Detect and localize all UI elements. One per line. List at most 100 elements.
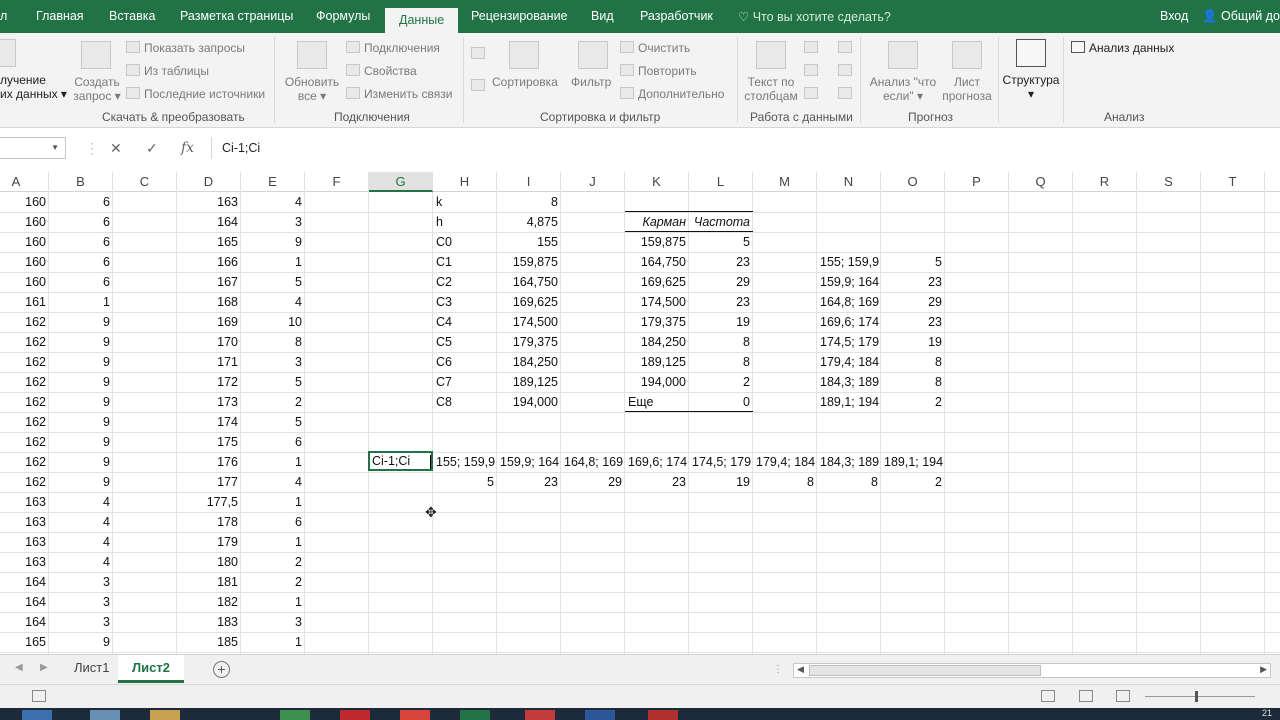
sort-az-icon[interactable] [471,47,485,59]
cell-a[interactable]: 160 [0,192,49,212]
cell-b[interactable]: 3 [49,592,113,612]
interval-label-cell[interactable]: 179,4; 184 [817,352,881,372]
horizontal-scrollbar[interactable]: ◀ ▶ [793,663,1271,678]
from-table-button[interactable]: Из таблицы [144,64,209,78]
page-break-view-icon[interactable] [1116,690,1130,702]
param-name-cell[interactable]: C5 [433,332,497,352]
cell-e[interactable]: 10 [241,312,305,332]
manage-data-model-icon[interactable] [838,87,852,99]
freq-count-cell[interactable]: 8 [689,352,753,372]
tell-me-search[interactable]: ♡ Что вы хотите сделать? [738,9,891,24]
param-name-cell[interactable]: k [433,192,497,212]
cell-d[interactable]: 185 [177,632,241,652]
transposed-freq-cell[interactable]: 2 [881,472,945,492]
tab-split-handle-icon[interactable]: ⋮ [773,664,783,675]
interval-freq-cell[interactable]: 5 [881,252,945,272]
add-sheet-icon[interactable]: + [213,661,230,678]
sort-button[interactable]: Сортировка [492,75,558,89]
data-validation-icon[interactable] [804,87,818,99]
cell-a[interactable]: 162 [0,352,49,372]
column-header-o[interactable]: O [881,172,945,192]
interval-freq-cell[interactable]: 19 [881,332,945,352]
transposed-interval-cell[interactable]: 174,5; 179 [689,452,753,472]
scroll-sheets-right-icon[interactable]: ▶ [40,662,48,673]
cell-d[interactable]: 164 [177,212,241,232]
param-value-cell[interactable]: 155 [497,232,561,252]
cell-b[interactable]: 9 [49,352,113,372]
param-name-cell[interactable]: C7 [433,372,497,392]
cell-d[interactable]: 178 [177,512,241,532]
cell-a[interactable]: 160 [0,212,49,232]
cell-a[interactable]: 160 [0,232,49,252]
active-cell-editor[interactable]: Ci-1;Ci [368,451,433,471]
text-to-columns-button[interactable]: Текст по столбцам [742,75,800,103]
data-analysis-button[interactable]: Анализ данных [1089,41,1174,55]
cell-e[interactable]: 1 [241,532,305,552]
transposed-freq-cell[interactable]: 29 [561,472,625,492]
freq-bin-cell[interactable]: 164,750 [625,252,689,272]
name-box[interactable]: ▼ [0,137,66,159]
column-header-b[interactable]: B [49,172,113,192]
column-header-c[interactable]: C [113,172,177,192]
advanced-button[interactable]: Дополнительно [638,87,724,101]
tab-data[interactable]: Данные [385,8,459,34]
cell-a[interactable]: 164 [0,612,49,632]
interval-label-cell[interactable]: 169,6; 174 [817,312,881,332]
folder-taskbar-icon[interactable] [150,710,180,720]
cell-a[interactable]: 163 [0,552,49,572]
param-name-cell[interactable]: C4 [433,312,497,332]
column-header-f[interactable]: F [305,172,369,192]
tab-insert[interactable]: Вставка [109,9,155,23]
reapply-button[interactable]: Повторить [638,64,697,78]
word-taskbar-icon[interactable] [585,710,615,720]
cell-e[interactable]: 3 [241,352,305,372]
what-if-button[interactable]: Анализ "что если" ▾ [864,75,942,103]
cell-b[interactable]: 9 [49,432,113,452]
cell-a[interactable]: 162 [0,472,49,492]
cell-d[interactable]: 168 [177,292,241,312]
transposed-interval-cell[interactable]: 155; 159,9 [433,452,497,472]
freq-count-cell[interactable]: 8 [689,332,753,352]
cell-d[interactable]: 176 [177,452,241,472]
cell-b[interactable]: 3 [49,612,113,632]
column-header-k[interactable]: K [625,172,689,192]
param-name-cell[interactable]: C8 [433,392,497,412]
column-header-j[interactable]: J [561,172,625,192]
transposed-interval-cell[interactable]: 164,8; 169 [561,452,625,472]
remove-duplicates-icon[interactable] [804,64,818,76]
worksheet-grid[interactable]: 160 160 160 160 160 161 162 162 162 162 162 162 162 1… [0,192,1280,654]
cell-e[interactable]: 8 [241,332,305,352]
sheet-tab-list1[interactable]: Лист1 [60,655,123,683]
opera-taskbar-icon[interactable] [340,710,370,720]
cell-d[interactable]: 163 [177,192,241,212]
cell-d[interactable]: 183 [177,612,241,632]
cell-a[interactable]: 160 [0,252,49,272]
clear-button[interactable]: Очистить [638,41,690,55]
cell-d[interactable]: 182 [177,592,241,612]
freq-bin-cell[interactable]: Еще [625,392,689,412]
param-name-cell[interactable]: C0 [433,232,497,252]
cell-a[interactable]: 163 [0,512,49,532]
sheet-tab-list2[interactable]: Лист2 [118,655,184,683]
transposed-freq-cell[interactable]: 23 [625,472,689,492]
column-header-l[interactable]: L [689,172,753,192]
param-value-cell[interactable]: 164,750 [497,272,561,292]
sign-in-link[interactable]: Вход [1160,9,1188,23]
column-header-t[interactable]: T [1201,172,1265,192]
column-header-s[interactable]: S [1137,172,1201,192]
interval-label-cell[interactable]: 164,8; 169 [817,292,881,312]
freq-bin-cell[interactable]: 194,000 [625,372,689,392]
transposed-freq-cell[interactable]: 8 [753,472,817,492]
freq-bin-cell[interactable]: 184,250 [625,332,689,352]
recent-sources-button[interactable]: Последние источники [144,87,265,101]
column-header-e[interactable]: E [241,172,305,192]
param-value-cell[interactable]: 184,250 [497,352,561,372]
param-name-cell[interactable]: h [433,212,497,232]
zoom-slider-knob[interactable] [1195,691,1198,702]
cell-a[interactable]: 162 [0,452,49,472]
cell-b[interactable]: 6 [49,252,113,272]
cell-a[interactable]: 160 [0,272,49,292]
cell-a[interactable]: 162 [0,392,49,412]
interval-label-cell[interactable]: 174,5; 179 [817,332,881,352]
filter-button[interactable]: Фильтр [571,75,611,89]
